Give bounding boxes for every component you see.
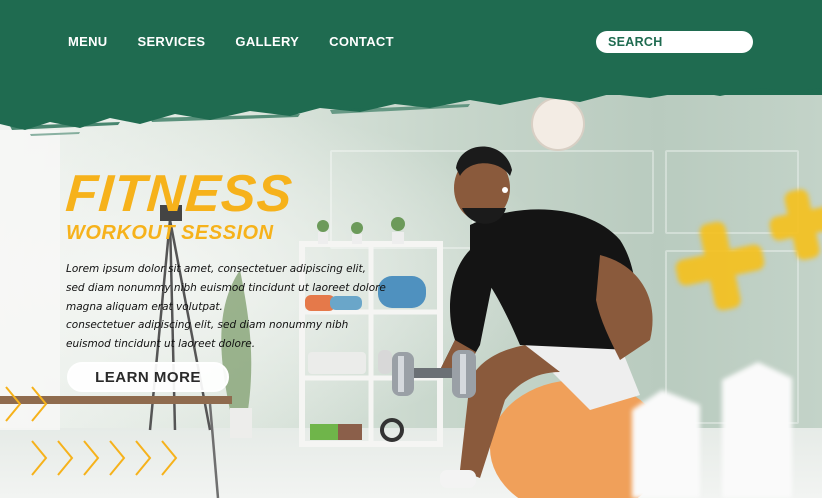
hero-title: FITNESS [63,165,295,223]
chevron-right-icon [31,440,48,476]
main-nav: MENU SERVICES GALLERY CONTACT [68,34,394,49]
hero-subtitle: WORKOUT SESSION [66,222,274,244]
chevron-right-icon [161,440,178,476]
nav-contact[interactable]: CONTACT [329,34,394,49]
plus-icon [675,221,765,311]
plus-decor [632,189,822,498]
nav-services[interactable]: SERVICES [137,34,205,49]
chevron-right-icon [135,440,152,476]
nav-menu[interactable]: MENU [68,34,107,49]
nav-gallery[interactable]: GALLERY [235,34,299,49]
chevron-decor-bottom [31,440,178,476]
chevron-decor-top [5,386,48,422]
learn-more-button[interactable]: LEARN MORE [67,362,229,392]
brush-stroke-edge [0,78,822,136]
search-input[interactable] [596,31,753,53]
dumbbell [392,350,476,398]
chevron-right-icon [109,440,126,476]
chevron-right-icon [57,440,74,476]
plus-icon [769,189,822,260]
chevron-right-icon [31,386,48,422]
chevron-right-icon [5,386,22,422]
chevron-right-icon [83,440,100,476]
hero-paragraph-2: consectetuer adipiscing elit, sed diam n… [66,319,349,350]
hero-paragraph-1: Lorem ipsum dolor sit amet, consectetuer… [66,263,386,313]
